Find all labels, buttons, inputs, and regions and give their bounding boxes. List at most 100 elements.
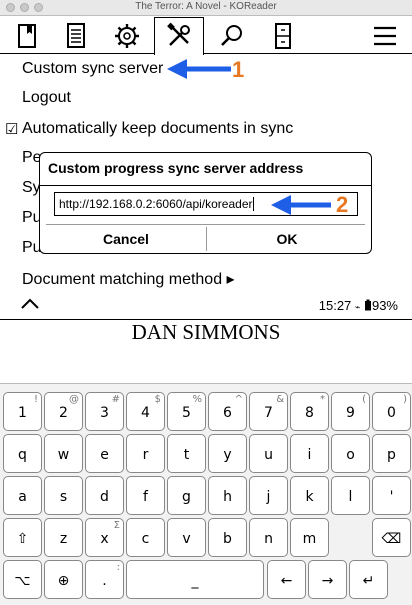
key-label: 6 — [223, 405, 232, 421]
key-row3-0[interactable]: a — [3, 476, 42, 515]
key-row1-6[interactable]: 7 & — [249, 392, 288, 431]
key-row2-3[interactable]: r — [126, 434, 165, 473]
key-row2-8[interactable]: o — [331, 434, 370, 473]
key-alt-label: ! — [33, 394, 38, 405]
key-row3-5[interactable]: h — [208, 476, 247, 515]
key-row1-1[interactable]: 2 @ — [44, 392, 83, 431]
key-row1-7[interactable]: 8 * — [290, 392, 329, 431]
key-row2-7[interactable]: i — [290, 434, 329, 473]
virtual-keyboard: 1! 2 @3 #4 $5% 6 ^ 7 & 8 * 9(0) q w e r t y u i o p a s d f g h j k l '… — [0, 383, 412, 605]
key-row2-0[interactable]: q — [3, 434, 42, 473]
menu-item-logout[interactable]: Logout — [22, 89, 71, 107]
chevron-up-icon[interactable] — [20, 298, 40, 310]
key-label: k — [305, 489, 314, 505]
key-row3-6[interactable]: j — [249, 476, 288, 515]
key-row2-1[interactable]: w — [44, 434, 83, 473]
key-label: b — [223, 531, 232, 547]
book-author-text: DAN SIMMONS — [131, 320, 281, 344]
battery-level: 93% — [371, 298, 398, 313]
key-row4-0[interactable]: ⇧ — [3, 518, 42, 557]
key-label: z — [59, 531, 68, 547]
key-row1-8[interactable]: 9( — [331, 392, 370, 431]
key-row1-2[interactable]: 3 # — [85, 392, 124, 431]
key-row5-5[interactable]: → — [308, 560, 347, 599]
book-bookmark-icon[interactable] — [12, 21, 42, 51]
ok-button[interactable]: OK — [207, 225, 367, 253]
annotation-number-2: 2 — [336, 192, 349, 217]
menu-item-partial-2[interactable]: Sy — [22, 179, 41, 197]
key-label: 7 — [264, 405, 273, 421]
key-row5-3[interactable]: _ — [126, 560, 264, 599]
hamburger-menu-icon[interactable] — [370, 21, 400, 51]
key-label: g — [182, 489, 191, 505]
key-row4-5[interactable]: b — [208, 518, 247, 557]
key-label: t — [183, 447, 190, 463]
key-row4-3[interactable]: c — [126, 518, 165, 557]
key-row5-1[interactable]: ⊕ — [44, 560, 83, 599]
key-alt-label: & — [276, 394, 284, 405]
key-row4-8[interactable]: ⌫ — [372, 518, 411, 557]
filebox-icon[interactable] — [268, 21, 298, 51]
key-row2-5[interactable]: y — [208, 434, 247, 473]
dialog-title: Custom progress sync server address — [48, 160, 304, 176]
key-row2-2[interactable]: e — [85, 434, 124, 473]
key-row3-9[interactable]: ' — [372, 476, 411, 515]
document-list-icon[interactable] — [61, 21, 91, 51]
key-alt-label: : — [116, 562, 120, 573]
key-label: ⌫ — [381, 531, 402, 547]
menu-item-custom-sync-server[interactable]: Custom sync server — [22, 60, 163, 78]
key-alt-label: @ — [69, 394, 79, 405]
key-row3-8[interactable]: l — [331, 476, 370, 515]
key-row3-2[interactable]: d — [85, 476, 124, 515]
key-label: . — [102, 573, 107, 589]
key-row1-0[interactable]: 1! — [3, 392, 42, 431]
key-row1-9[interactable]: 0) — [372, 392, 411, 431]
key-row1-4[interactable]: 5% — [167, 392, 206, 431]
key-row2-6[interactable]: u — [249, 434, 288, 473]
key-row3-1[interactable]: s — [44, 476, 83, 515]
key-row1-5[interactable]: 6 ^ — [208, 392, 247, 431]
key-row4-6[interactable]: n — [249, 518, 288, 557]
tools-icon[interactable] — [164, 21, 194, 51]
key-row4-7[interactable]: m — [290, 518, 329, 557]
menu-item-auto-sync[interactable]: Automatically keep documents in sync — [22, 120, 293, 138]
key-alt-label: ( — [362, 394, 366, 405]
annotation-arrow-1 — [167, 59, 231, 79]
key-label: n — [264, 531, 273, 547]
battery-icon — [364, 299, 371, 311]
key-row2-9[interactable]: p — [372, 434, 411, 473]
key-row3-3[interactable]: f — [126, 476, 165, 515]
key-label: h — [223, 489, 232, 505]
menu-item-document-matching[interactable]: Document matching method ▸ — [22, 269, 235, 289]
key-row4-2[interactable]: xΣ — [85, 518, 124, 557]
key-row4-1[interactable]: z — [44, 518, 83, 557]
gear-icon[interactable] — [112, 21, 142, 51]
key-label: 1 — [18, 405, 27, 421]
key-alt-label: Σ — [113, 520, 120, 531]
key-label: ⌥ — [14, 573, 31, 589]
key-label: d — [100, 489, 109, 505]
checkbox-checked-icon[interactable]: ☑ — [5, 120, 18, 138]
key-label: 0 — [387, 405, 396, 421]
key-label: ' — [389, 489, 394, 505]
key-row2-4[interactable]: t — [167, 434, 206, 473]
key-row5-4[interactable]: ← — [267, 560, 306, 599]
key-row5-0[interactable]: ⌥ — [3, 560, 42, 599]
key-row5-6[interactable]: ↵ — [349, 560, 388, 599]
key-row4-4[interactable]: v — [167, 518, 206, 557]
menu-footer: 15:27 ⌁ 93% — [0, 290, 412, 320]
search-icon[interactable] — [217, 21, 247, 51]
key-row3-7[interactable]: k — [290, 476, 329, 515]
key-row3-4[interactable]: g — [167, 476, 206, 515]
text-cursor — [253, 197, 255, 211]
key-label: x — [100, 531, 109, 547]
annotation-number-1: 1 — [232, 57, 245, 82]
key-label: s — [59, 489, 68, 505]
key-label: o — [346, 447, 355, 463]
cancel-button[interactable]: Cancel — [46, 225, 206, 253]
key-row1-3[interactable]: 4 $ — [126, 392, 165, 431]
key-label: c — [141, 531, 150, 547]
key-label: e — [100, 447, 109, 463]
key-alt-label: $ — [154, 394, 161, 405]
key-row5-2[interactable]: .: — [85, 560, 124, 599]
